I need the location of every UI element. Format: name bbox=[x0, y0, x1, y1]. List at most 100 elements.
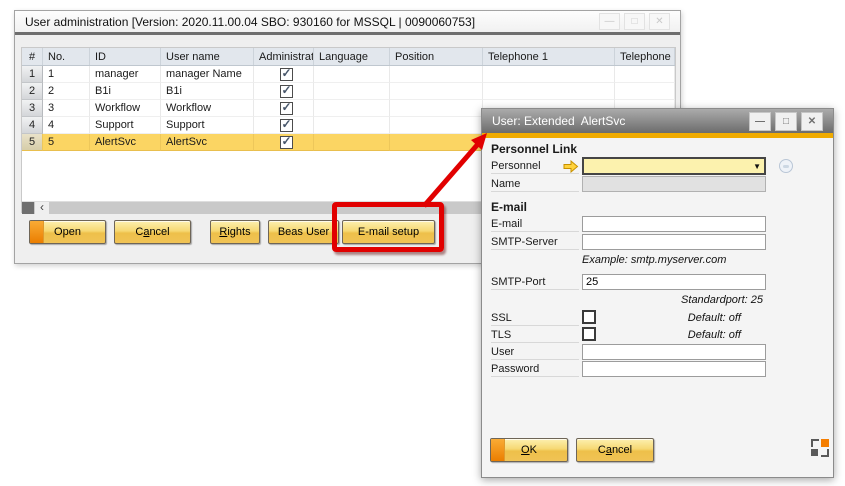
row-number[interactable]: 3 bbox=[22, 100, 43, 117]
administrator-checkbox[interactable]: ✓ bbox=[280, 136, 293, 149]
row-number[interactable]: 4 bbox=[22, 117, 43, 134]
minimize-icon[interactable]: — bbox=[599, 13, 620, 30]
cell-language[interactable] bbox=[314, 134, 390, 151]
cell-language[interactable] bbox=[314, 83, 390, 100]
dialog-cancel-button[interactable]: Cancel bbox=[576, 438, 654, 462]
check-icon: ✓ bbox=[282, 83, 292, 97]
col-header-telephone1[interactable]: Telephone 1 bbox=[483, 48, 615, 65]
row-number[interactable]: 5 bbox=[22, 134, 43, 151]
cell-telephone1[interactable] bbox=[483, 83, 615, 100]
cell-no[interactable]: 3 bbox=[43, 100, 90, 117]
password-field[interactable] bbox=[582, 361, 766, 377]
smtp-port-row: SMTP-Port bbox=[491, 274, 825, 291]
link-arrow-icon[interactable] bbox=[563, 160, 579, 176]
cell-position[interactable] bbox=[390, 134, 483, 151]
cell-username[interactable]: Workflow bbox=[161, 100, 254, 117]
cell-id[interactable]: B1i bbox=[90, 83, 161, 100]
table-row[interactable]: 1 1 manager manager Name ✓ bbox=[22, 66, 675, 83]
title-bar[interactable]: User administration [Version: 2020.11.00… bbox=[15, 11, 680, 35]
col-header-language[interactable]: Language bbox=[314, 48, 390, 65]
ssl-label: SSL bbox=[491, 310, 579, 326]
cell-administrator: ✓ bbox=[254, 100, 314, 117]
tls-row: TLS Default: off bbox=[491, 327, 825, 344]
ssl-checkbox[interactable] bbox=[582, 310, 596, 324]
table-row[interactable]: 2 2 B1i B1i ✓ bbox=[22, 83, 675, 100]
cell-id[interactable]: manager bbox=[90, 66, 161, 83]
cell-username[interactable]: AlertSvc bbox=[161, 134, 254, 151]
row-number[interactable]: 2 bbox=[22, 83, 43, 100]
smtp-server-hint: Example: smtp.myserver.com bbox=[582, 254, 726, 266]
administrator-checkbox[interactable]: ✓ bbox=[280, 102, 293, 115]
ssl-hint: Default: off bbox=[688, 312, 741, 324]
maximize-icon[interactable]: □ bbox=[624, 13, 645, 30]
cell-position[interactable] bbox=[390, 66, 483, 83]
beas-user-button[interactable]: Beas User bbox=[268, 220, 339, 244]
cell-username[interactable]: Support bbox=[161, 117, 254, 134]
row-number[interactable]: 1 bbox=[22, 66, 43, 83]
cell-username[interactable]: manager Name bbox=[161, 66, 254, 83]
user-label: User bbox=[491, 344, 579, 360]
smtp-server-field[interactable] bbox=[582, 234, 766, 250]
rights-button[interactable]: Rights bbox=[210, 220, 260, 244]
open-button[interactable]: Open bbox=[29, 220, 106, 244]
cell-position[interactable] bbox=[390, 83, 483, 100]
email-field[interactable] bbox=[582, 216, 766, 232]
cell-id[interactable]: Support bbox=[90, 117, 161, 134]
cell-telephone2[interactable] bbox=[615, 83, 675, 100]
administrator-checkbox[interactable]: ✓ bbox=[280, 68, 293, 81]
col-header-username[interactable]: User name bbox=[161, 48, 254, 65]
email-row: E-mail bbox=[491, 216, 825, 233]
smtp-port-field[interactable] bbox=[582, 274, 766, 290]
cell-administrator: ✓ bbox=[254, 66, 314, 83]
col-header-no[interactable]: No. bbox=[43, 48, 90, 65]
cell-username[interactable]: B1i bbox=[161, 83, 254, 100]
personnel-link-heading: Personnel Link bbox=[491, 142, 577, 156]
tls-checkbox[interactable] bbox=[582, 327, 596, 341]
cell-id[interactable]: AlertSvc bbox=[90, 134, 161, 151]
cancel-button[interactable]: Cancel bbox=[114, 220, 191, 244]
minimize-icon[interactable]: — bbox=[749, 112, 771, 131]
col-header-id[interactable]: ID bbox=[90, 48, 161, 65]
administrator-checkbox[interactable]: ✓ bbox=[280, 119, 293, 132]
cell-telephone1[interactable] bbox=[483, 66, 615, 83]
smtp-port-label: SMTP-Port bbox=[491, 274, 579, 290]
page: { "icons": { "check": "✓", "dropdown": "… bbox=[0, 0, 845, 486]
name-label: Name bbox=[491, 176, 579, 192]
user-extended-dialog: User: Extended AlertSvc — □ ✕ Personnel … bbox=[481, 108, 834, 478]
cell-language[interactable] bbox=[314, 66, 390, 83]
cell-language[interactable] bbox=[314, 117, 390, 134]
cell-language[interactable] bbox=[314, 100, 390, 117]
cell-no[interactable]: 1 bbox=[43, 66, 90, 83]
col-header-num[interactable]: # bbox=[22, 48, 43, 65]
resize-grip-icon[interactable] bbox=[811, 439, 829, 457]
ssl-row: SSL Default: off bbox=[491, 310, 825, 327]
check-icon: ✓ bbox=[282, 66, 292, 80]
dialog-window-controls: — □ ✕ bbox=[749, 112, 823, 131]
cell-administrator: ✓ bbox=[254, 134, 314, 151]
user-field[interactable] bbox=[582, 344, 766, 360]
personnel-combobox[interactable]: ▼ bbox=[582, 157, 766, 175]
cell-position[interactable] bbox=[390, 100, 483, 117]
scroll-left-icon[interactable]: ‹ bbox=[35, 202, 49, 214]
dialog-title-bar[interactable]: User: Extended AlertSvc — □ ✕ bbox=[482, 109, 833, 133]
tls-hint: Default: off bbox=[688, 329, 741, 341]
cell-no[interactable]: 5 bbox=[43, 134, 90, 151]
ok-button[interactable]: OK bbox=[490, 438, 568, 462]
col-header-position[interactable]: Position bbox=[390, 48, 483, 65]
close-icon[interactable]: ✕ bbox=[649, 13, 670, 30]
administrator-checkbox[interactable]: ✓ bbox=[280, 85, 293, 98]
scrollbar-corner[interactable] bbox=[22, 202, 34, 214]
cell-position[interactable] bbox=[390, 117, 483, 134]
chevron-down-icon[interactable]: ▼ bbox=[753, 162, 764, 171]
cell-id[interactable]: Workflow bbox=[90, 100, 161, 117]
close-icon[interactable]: ✕ bbox=[801, 112, 823, 131]
tls-label: TLS bbox=[491, 327, 579, 343]
check-icon: ✓ bbox=[282, 134, 292, 148]
col-header-telephone2[interactable]: Telephone 2 bbox=[615, 48, 675, 65]
cell-no[interactable]: 4 bbox=[43, 117, 90, 134]
choose-from-list-icon[interactable] bbox=[779, 159, 793, 173]
maximize-icon[interactable]: □ bbox=[775, 112, 797, 131]
col-header-administrator[interactable]: Administrator bbox=[254, 48, 314, 65]
cell-no[interactable]: 2 bbox=[43, 83, 90, 100]
cell-telephone2[interactable] bbox=[615, 66, 675, 83]
